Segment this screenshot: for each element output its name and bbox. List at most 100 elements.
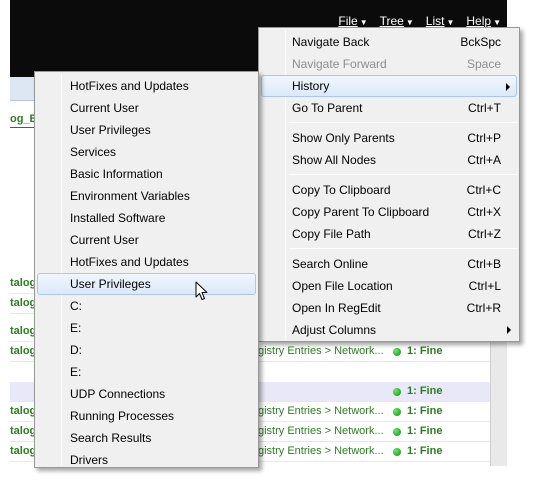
menu-item-shortcut: BckSpc [460, 35, 501, 49]
history-item[interactable]: Running Processes [37, 405, 256, 427]
history-item[interactable]: Drivers [37, 449, 256, 471]
mouse-pointer-icon [195, 281, 208, 300]
history-item-label: D: [70, 343, 82, 357]
history-item-label: E: [70, 365, 82, 379]
row-catalog: talog [10, 345, 37, 357]
menu-separator [289, 248, 517, 249]
row-path: gistry Entries > Network... [258, 345, 384, 357]
history-item-hovered[interactable]: User Privileges [37, 273, 256, 295]
history-item-label: Environment Variables [70, 189, 190, 203]
row-catalog: talog [10, 277, 37, 289]
menu-item-open-file-location[interactable]: Open File Location Ctrl+L [261, 275, 517, 297]
menu-item-open-in-regedit[interactable]: Open In RegEdit Ctrl+R [261, 297, 517, 319]
menu-item-shortcut: Ctrl+X [467, 205, 501, 219]
menu-item-label: Open File Location [292, 279, 393, 293]
row-catalog: talog [10, 297, 37, 309]
row-catalog: talog [10, 445, 37, 457]
row-status: 1: Fine [407, 425, 443, 437]
history-item-label: Services [70, 145, 117, 159]
menu-item-label: Adjust Columns [292, 323, 377, 337]
history-item-label: Current User [70, 101, 139, 115]
menu-item-copy-to-clipboard[interactable]: Copy To Clipboard Ctrl+C [261, 179, 517, 201]
menu-item-go-to-parent[interactable]: Go To Parent Ctrl+T [261, 97, 517, 119]
history-item[interactable]: C: [37, 295, 256, 317]
row-status: 1: Fine [407, 345, 443, 357]
row-status: 1: Fine [407, 445, 443, 457]
row-status: 1: Fine [407, 405, 443, 417]
menu-item-shortcut: Ctrl+Z [468, 227, 501, 241]
history-item-label: Basic Information [70, 167, 163, 181]
history-item-label: Current User [70, 233, 139, 247]
status-ok-icon [393, 408, 401, 416]
history-item[interactable]: Installed Software [37, 207, 256, 229]
menu-item-history[interactable]: History [261, 75, 517, 97]
history-submenu: HotFixes and Updates Current User User P… [34, 71, 259, 468]
menu-item-label: Copy To Clipboard [292, 183, 391, 197]
menu-file-label: File [338, 14, 358, 28]
history-item[interactable]: HotFixes and Updates [37, 251, 256, 273]
menu-item-label: Copy Parent To Clipboard [292, 205, 430, 219]
row-status: 1: Fine [407, 385, 443, 397]
submenu-arrow-icon [507, 326, 511, 334]
row-catalog: talog [10, 325, 37, 337]
history-item-label: User Privileges [70, 123, 151, 137]
menu-tree-label: Tree [379, 14, 404, 28]
menu-item-adjust-columns[interactable]: Adjust Columns [261, 319, 517, 341]
menu-item-copy-parent-to-clipboard[interactable]: Copy Parent To Clipboard Ctrl+X [261, 201, 517, 223]
history-item[interactable]: Current User [37, 229, 256, 251]
menu-item-label: Copy File Path [292, 227, 371, 241]
history-item[interactable]: Environment Variables [37, 185, 256, 207]
menu-item-show-only-parents[interactable]: Show Only Parents Ctrl+P [261, 127, 517, 149]
menu-item-label: Navigate Back [292, 35, 370, 49]
row-path: gistry Entries > Network... [258, 445, 384, 457]
history-item-label: Drivers [70, 453, 108, 467]
menu-item-label: Navigate Forward [292, 57, 387, 71]
path-tab[interactable]: og_E [10, 113, 37, 125]
history-item[interactable]: Basic Information [37, 163, 256, 185]
history-item[interactable]: HotFixes and Updates [37, 75, 256, 97]
menu-item-show-all-nodes[interactable]: Show All Nodes Ctrl+A [261, 149, 517, 171]
history-item[interactable]: D: [37, 339, 256, 361]
history-item-label: Running Processes [70, 409, 175, 423]
row-catalog: talog [10, 425, 37, 437]
menu-item-shortcut: Ctrl+P [467, 131, 501, 145]
menu-item-navigate-back[interactable]: Navigate Back BckSpc [261, 31, 517, 53]
status-ok-icon [393, 348, 401, 356]
history-item-label: Installed Software [70, 211, 166, 225]
menu-item-label: Open In RegEdit [292, 301, 381, 315]
history-item-label: E: [70, 321, 82, 335]
history-item[interactable]: UDP Connections [37, 383, 256, 405]
status-ok-icon [393, 448, 401, 456]
submenu-arrow-icon [506, 83, 510, 91]
history-item[interactable]: Services [37, 141, 256, 163]
row-path: gistry Entries > Network... [258, 425, 384, 437]
menu-item-navigate-forward[interactable]: Navigate Forward Space [261, 53, 517, 75]
menu-help-label: Help [466, 14, 492, 28]
menu-item-shortcut: Ctrl+A [467, 153, 501, 167]
history-item-label: C: [70, 299, 82, 313]
tree-menu-dropdown: Navigate Back BckSpc Navigate Forward Sp… [258, 27, 520, 342]
menu-item-label: Show All Nodes [292, 153, 377, 167]
menu-item-shortcut: Space [466, 57, 501, 71]
menu-item-shortcut: Ctrl+B [467, 257, 501, 271]
status-ok-icon [393, 388, 401, 396]
status-ok-icon [393, 428, 401, 436]
menu-item-label: Show Only Parents [292, 131, 395, 145]
row-catalog: talog [10, 405, 37, 417]
history-item[interactable]: E: [37, 317, 256, 339]
history-item[interactable]: Current User [37, 97, 256, 119]
menu-item-shortcut: Ctrl+L [468, 279, 501, 293]
menu-item-label: Search Online [292, 257, 369, 271]
history-item[interactable]: User Privileges [37, 119, 256, 141]
menu-list-label: List [425, 14, 445, 28]
history-item-label: Search Results [70, 431, 152, 445]
menu-separator [289, 174, 517, 175]
menu-item-label: History [292, 79, 330, 93]
history-item[interactable]: E: [37, 361, 256, 383]
history-item-label: User Privileges [70, 277, 151, 291]
menu-item-copy-file-path[interactable]: Copy File Path Ctrl+Z [261, 223, 517, 245]
menu-separator [289, 122, 517, 123]
menu-item-search-online[interactable]: Search Online Ctrl+B [261, 253, 517, 275]
history-item[interactable]: Search Results [37, 427, 256, 449]
history-item-label: HotFixes and Updates [70, 79, 189, 93]
